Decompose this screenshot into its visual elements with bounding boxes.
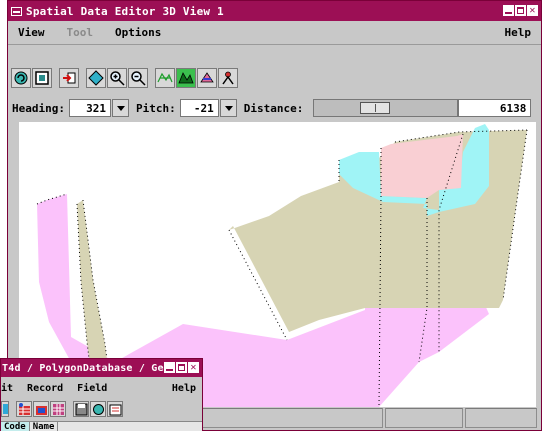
maximize-icon[interactable] (515, 5, 526, 16)
add-object-icon[interactable] (59, 68, 79, 88)
pitch-label: Pitch: (135, 101, 176, 115)
db-minimize-icon[interactable] (164, 362, 175, 373)
db-table-icon[interactable] (16, 401, 32, 417)
db-table-header: Code Name (1, 421, 202, 431)
menu-view[interactable]: View (18, 26, 45, 39)
db-menu-help[interactable]: Help (172, 383, 196, 394)
menu-tool[interactable]: Tool (67, 26, 94, 39)
db-title-bar[interactable]: T4d / PolygonDatabase / Ge ✕ (1, 359, 202, 377)
layers-icon[interactable] (197, 68, 217, 88)
menu-help[interactable]: Help (505, 26, 532, 39)
main-window-title: Spatial Data Editor 3D View 1 (26, 4, 224, 18)
db-toolbar (1, 401, 124, 417)
wireframe-icon[interactable] (155, 68, 175, 88)
db-menu-edit[interactable]: it (1, 383, 13, 394)
refresh-icon[interactable] (11, 68, 31, 88)
heading-input[interactable]: 321 (68, 99, 111, 117)
polygon-database-window: T4d / PolygonDatabase / Ge ✕ it Record F… (0, 358, 203, 431)
polygon-rose[interactable] (381, 134, 463, 198)
db-refresh-icon[interactable] (90, 401, 106, 417)
heading-label: Heading: (12, 101, 65, 115)
status-segment-right (465, 408, 537, 428)
db-window-title: T4d / PolygonDatabase / Ge (2, 362, 164, 374)
main-title-bar[interactable]: Spatial Data Editor 3D View 1 ✕ (8, 1, 541, 21)
close-icon[interactable]: ✕ (527, 5, 538, 16)
db-save-icon[interactable] (73, 401, 89, 417)
db-grid-icon[interactable] (50, 401, 66, 417)
distance-label: Distance: (243, 101, 304, 115)
main-toolbar (11, 68, 239, 88)
heading-dropdown-icon[interactable] (111, 99, 129, 117)
pitch-input[interactable]: -21 (179, 99, 219, 117)
db-partial-icon[interactable] (1, 401, 9, 417)
view-controls: Heading: 321 Pitch: -21 Distance: 6138 (10, 97, 539, 119)
main-menu-bar: View Tool Options Help (8, 21, 541, 45)
minimize-icon[interactable] (503, 5, 514, 16)
menu-options[interactable]: Options (115, 26, 161, 39)
zoom-out-icon[interactable] (128, 68, 148, 88)
db-close-icon[interactable]: ✕ (188, 362, 199, 373)
db-menu-bar: it Record Field Help (1, 377, 202, 399)
status-segment-middle (385, 408, 464, 428)
diamond-icon[interactable] (86, 68, 106, 88)
pitch-dropdown-icon[interactable] (219, 99, 237, 117)
db-menu-field[interactable]: Field (77, 383, 107, 394)
db-maximize-icon[interactable] (176, 362, 187, 373)
window-icon[interactable] (32, 68, 52, 88)
distance-input[interactable]: 6138 (458, 99, 532, 117)
db-menu-record[interactable]: Record (27, 383, 63, 394)
person-icon[interactable] (218, 68, 238, 88)
zoom-in-icon[interactable] (107, 68, 127, 88)
db-column-name[interactable]: Name (30, 422, 59, 431)
system-menu-icon[interactable] (11, 6, 22, 16)
db-column-code[interactable]: Code (1, 422, 30, 431)
surface-icon[interactable] (176, 68, 196, 88)
db-properties-icon[interactable] (107, 401, 123, 417)
distance-slider-thumb[interactable] (359, 102, 390, 114)
db-form-icon[interactable] (33, 401, 49, 417)
distance-slider[interactable] (313, 99, 459, 117)
